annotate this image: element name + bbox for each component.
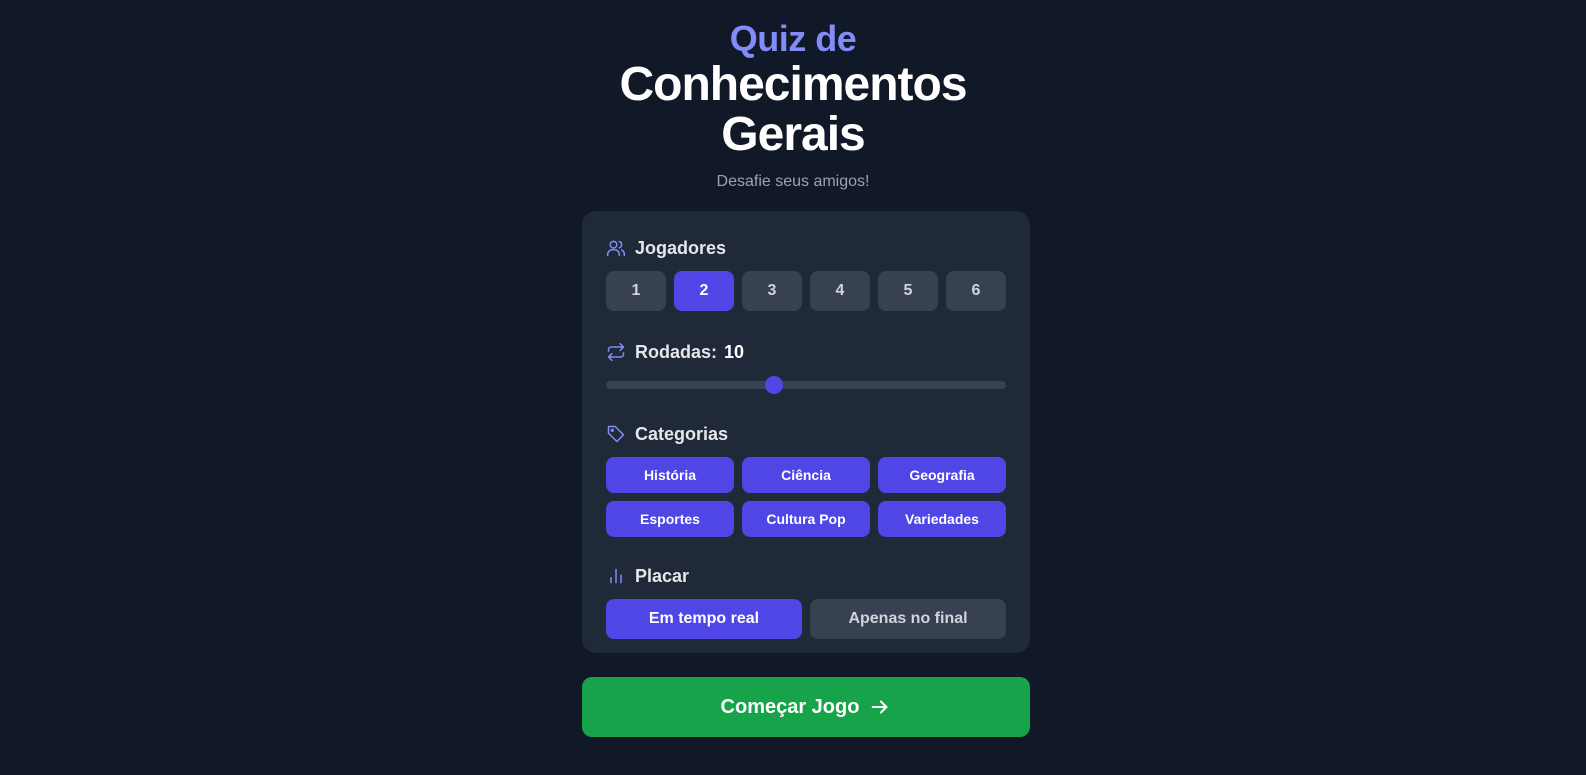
player-count-3[interactable]: 3: [742, 271, 802, 311]
players-label-row: Jogadores: [606, 235, 1006, 261]
rounds-value: 10: [724, 341, 745, 362]
category-geografia[interactable]: Geografia: [878, 457, 1006, 493]
rounds-label-row: Rodadas: 10: [606, 339, 1006, 365]
player-count-2[interactable]: 2: [674, 271, 734, 311]
rounds-slider[interactable]: [606, 375, 1006, 395]
players-label: Jogadores: [635, 237, 727, 258]
categories-label: Categorias: [635, 423, 729, 444]
subtitle: Desafie seus amigos!: [716, 173, 870, 190]
slider-track: [606, 381, 1006, 389]
scoreboard-options: Em tempo real Apenas no final: [606, 599, 1006, 639]
page-title-line2: Gerais: [721, 108, 865, 161]
scoreboard-label-row: Placar: [606, 563, 1006, 589]
category-variedades[interactable]: Variedades: [878, 501, 1006, 537]
bar-chart-icon: [610, 568, 622, 584]
repeat-icon: [607, 342, 625, 362]
category-ciencia[interactable]: Ciência: [742, 457, 870, 493]
start-game-label: Começar Jogo: [720, 695, 860, 718]
category-historia[interactable]: História: [606, 457, 734, 493]
categories-section: Categorias História Ciência Geografia Es…: [606, 421, 1006, 537]
categories-grid: História Ciência Geografia Esportes Cult…: [606, 457, 1006, 537]
users-icon: [606, 240, 626, 257]
arrow-right-icon: [872, 700, 888, 714]
rounds-section: Rodadas: 10: [606, 339, 1006, 395]
scoreboard-realtime-button[interactable]: Em tempo real: [606, 599, 802, 639]
scoreboard-section: Placar Em tempo real Apenas no final: [606, 563, 1006, 639]
player-count-5[interactable]: 5: [878, 271, 938, 311]
player-count-1[interactable]: 1: [606, 271, 666, 311]
tag-icon: [607, 425, 625, 443]
header: Quiz de Conhecimentos Gerais Desafie seu…: [0, 18, 1586, 192]
players-section: Jogadores 1 2 3 4 5 6: [606, 235, 1006, 311]
start-game-button[interactable]: Começar Jogo: [582, 677, 1030, 737]
slider-thumb[interactable]: [765, 376, 783, 394]
category-cultura-pop[interactable]: Cultura Pop: [742, 501, 870, 537]
quiz-setup-page: Quiz de Conhecimentos Gerais Desafie seu…: [0, 0, 1586, 775]
scoreboard-final-button[interactable]: Apenas no final: [810, 599, 1006, 639]
categories-label-row: Categorias: [606, 421, 1006, 447]
category-esportes[interactable]: Esportes: [606, 501, 734, 537]
player-count-4[interactable]: 4: [810, 271, 870, 311]
title-prefix: Quiz de: [729, 18, 857, 59]
settings-card: Jogadores 1 2 3 4 5 6 Rodadas: 10 Catego…: [582, 211, 1030, 653]
players-options: 1 2 3 4 5 6: [606, 271, 1006, 311]
player-count-6[interactable]: 6: [946, 271, 1006, 311]
rounds-label: Rodadas:: [635, 341, 718, 362]
page-title-line1: Conhecimentos: [619, 58, 967, 111]
scoreboard-label: Placar: [635, 565, 690, 586]
